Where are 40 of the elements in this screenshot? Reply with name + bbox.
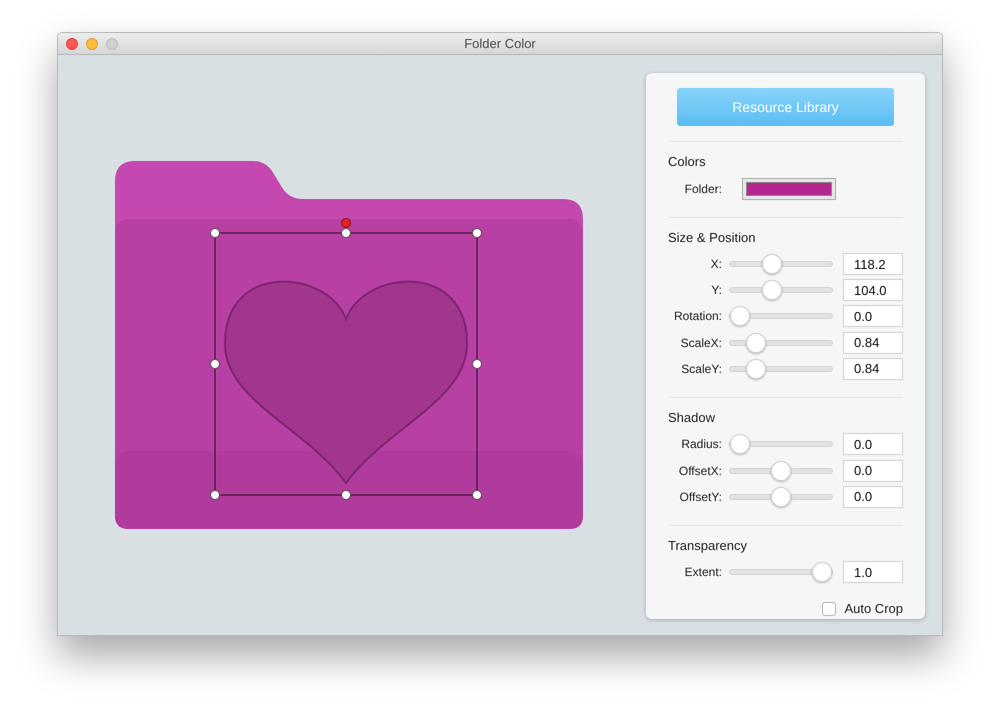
field-label: Radius: <box>681 436 722 454</box>
value-field[interactable]: 118.2 <box>843 253 903 276</box>
zoom-icon[interactable] <box>106 38 118 50</box>
value-field[interactable]: 0.84 <box>843 358 903 380</box>
value-field[interactable]: 104.0 <box>843 279 903 302</box>
value-field[interactable]: 0.0 <box>843 433 903 456</box>
field-label: OffsetX: <box>678 462 722 480</box>
section-title: Transparency <box>668 536 747 555</box>
slider-thumb[interactable] <box>812 562 832 582</box>
slider-thumb[interactable] <box>771 486 791 507</box>
field-label: Y: <box>711 282 722 300</box>
value-field[interactable]: 1.0 <box>843 561 903 584</box>
section-title: Shadow <box>668 408 715 427</box>
field-label: Rotation: <box>674 308 722 326</box>
value-field[interactable]: 0.0 <box>843 486 903 508</box>
slider-thumb[interactable] <box>762 254 782 274</box>
field-label: OffsetY: <box>680 488 722 506</box>
slider-thumb[interactable] <box>771 460 791 481</box>
field-label: Folder: <box>684 180 722 198</box>
value-field[interactable]: 0.0 <box>843 305 903 328</box>
section-title: Colors <box>668 152 706 171</box>
close-icon[interactable] <box>66 38 78 50</box>
color-well[interactable] <box>742 178 836 200</box>
selection-frame[interactable] <box>210 228 482 500</box>
slider-thumb[interactable] <box>746 358 766 379</box>
window-title: Folder Color <box>464 34 536 53</box>
field-label: ScaleX: <box>680 334 722 352</box>
checkbox[interactable] <box>822 602 836 616</box>
slider-thumb[interactable] <box>730 306 750 326</box>
minimize-icon[interactable] <box>86 38 98 50</box>
field-label: X: <box>710 256 722 274</box>
field-label: Extent: <box>684 564 722 582</box>
slider-thumb[interactable] <box>730 434 750 454</box>
value-field[interactable]: 0.0 <box>843 460 903 482</box>
slider-thumb[interactable] <box>746 332 766 353</box>
value-field[interactable]: 0.84 <box>843 332 903 354</box>
slider-thumb[interactable] <box>762 280 782 300</box>
section-title: Size & Position <box>668 228 756 247</box>
field-label: ScaleY: <box>681 360 722 378</box>
auto-crop-checkbox[interactable]: Auto Crop <box>822 599 903 619</box>
